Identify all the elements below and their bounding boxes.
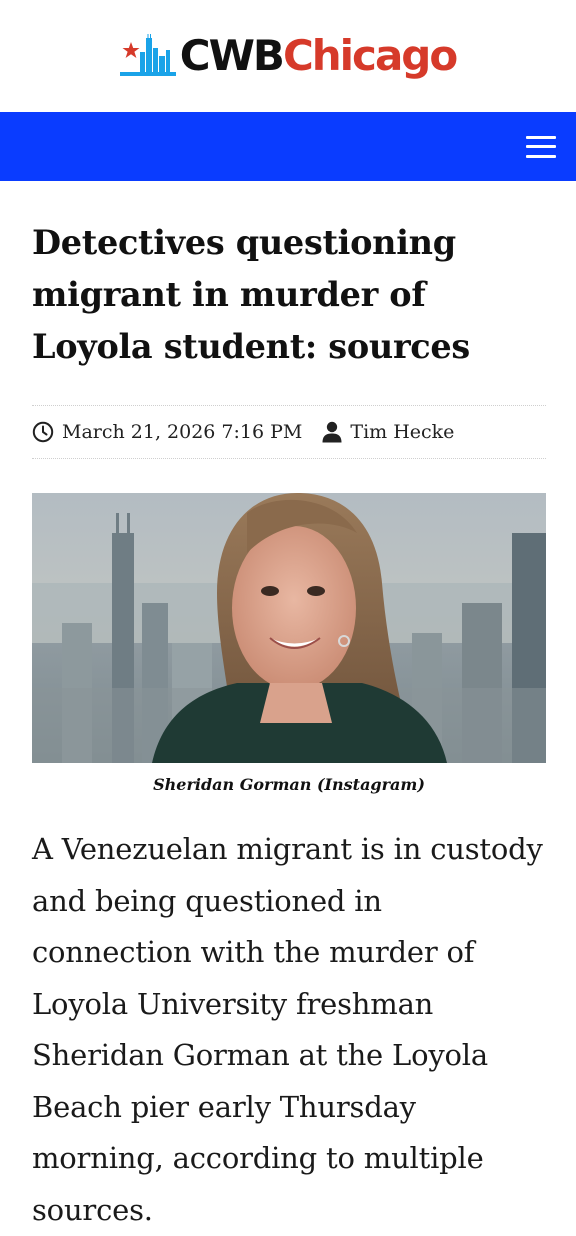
main-navbar [0, 112, 576, 181]
article-title: Detectives questioning migrant in murder… [32, 223, 470, 366]
image-caption: Sheridan Gorman (Instagram) [153, 775, 425, 794]
article-author[interactable]: Tim Hecke [322, 421, 454, 443]
article-date: March 21, 2026 7:16 PM [32, 421, 302, 443]
article: Detectives questioning migrant in murder… [0, 217, 576, 1236]
article-photo [32, 493, 546, 763]
clock-icon [32, 421, 54, 443]
chicago-skyline-star-icon [119, 34, 176, 76]
date-text: March 21, 2026 7:16 PM [62, 421, 303, 443]
author-name: Tim Hecke [350, 421, 455, 443]
logo-text-chicago: Chicago [282, 31, 458, 80]
logo-text-cwb: CWB [179, 31, 285, 80]
site-header: CWBChicago [0, 0, 576, 112]
site-logo[interactable]: CWBChicago [119, 31, 458, 80]
article-meta: March 21, 2026 7:16 PM Tim Hecke [32, 405, 546, 459]
hamburger-menu-icon[interactable] [526, 135, 556, 158]
article-figure: Sheridan Gorman (Instagram) [32, 493, 546, 794]
article-body: A Venezuelan migrant is in custody and b… [32, 832, 543, 1227]
user-icon [322, 421, 342, 443]
